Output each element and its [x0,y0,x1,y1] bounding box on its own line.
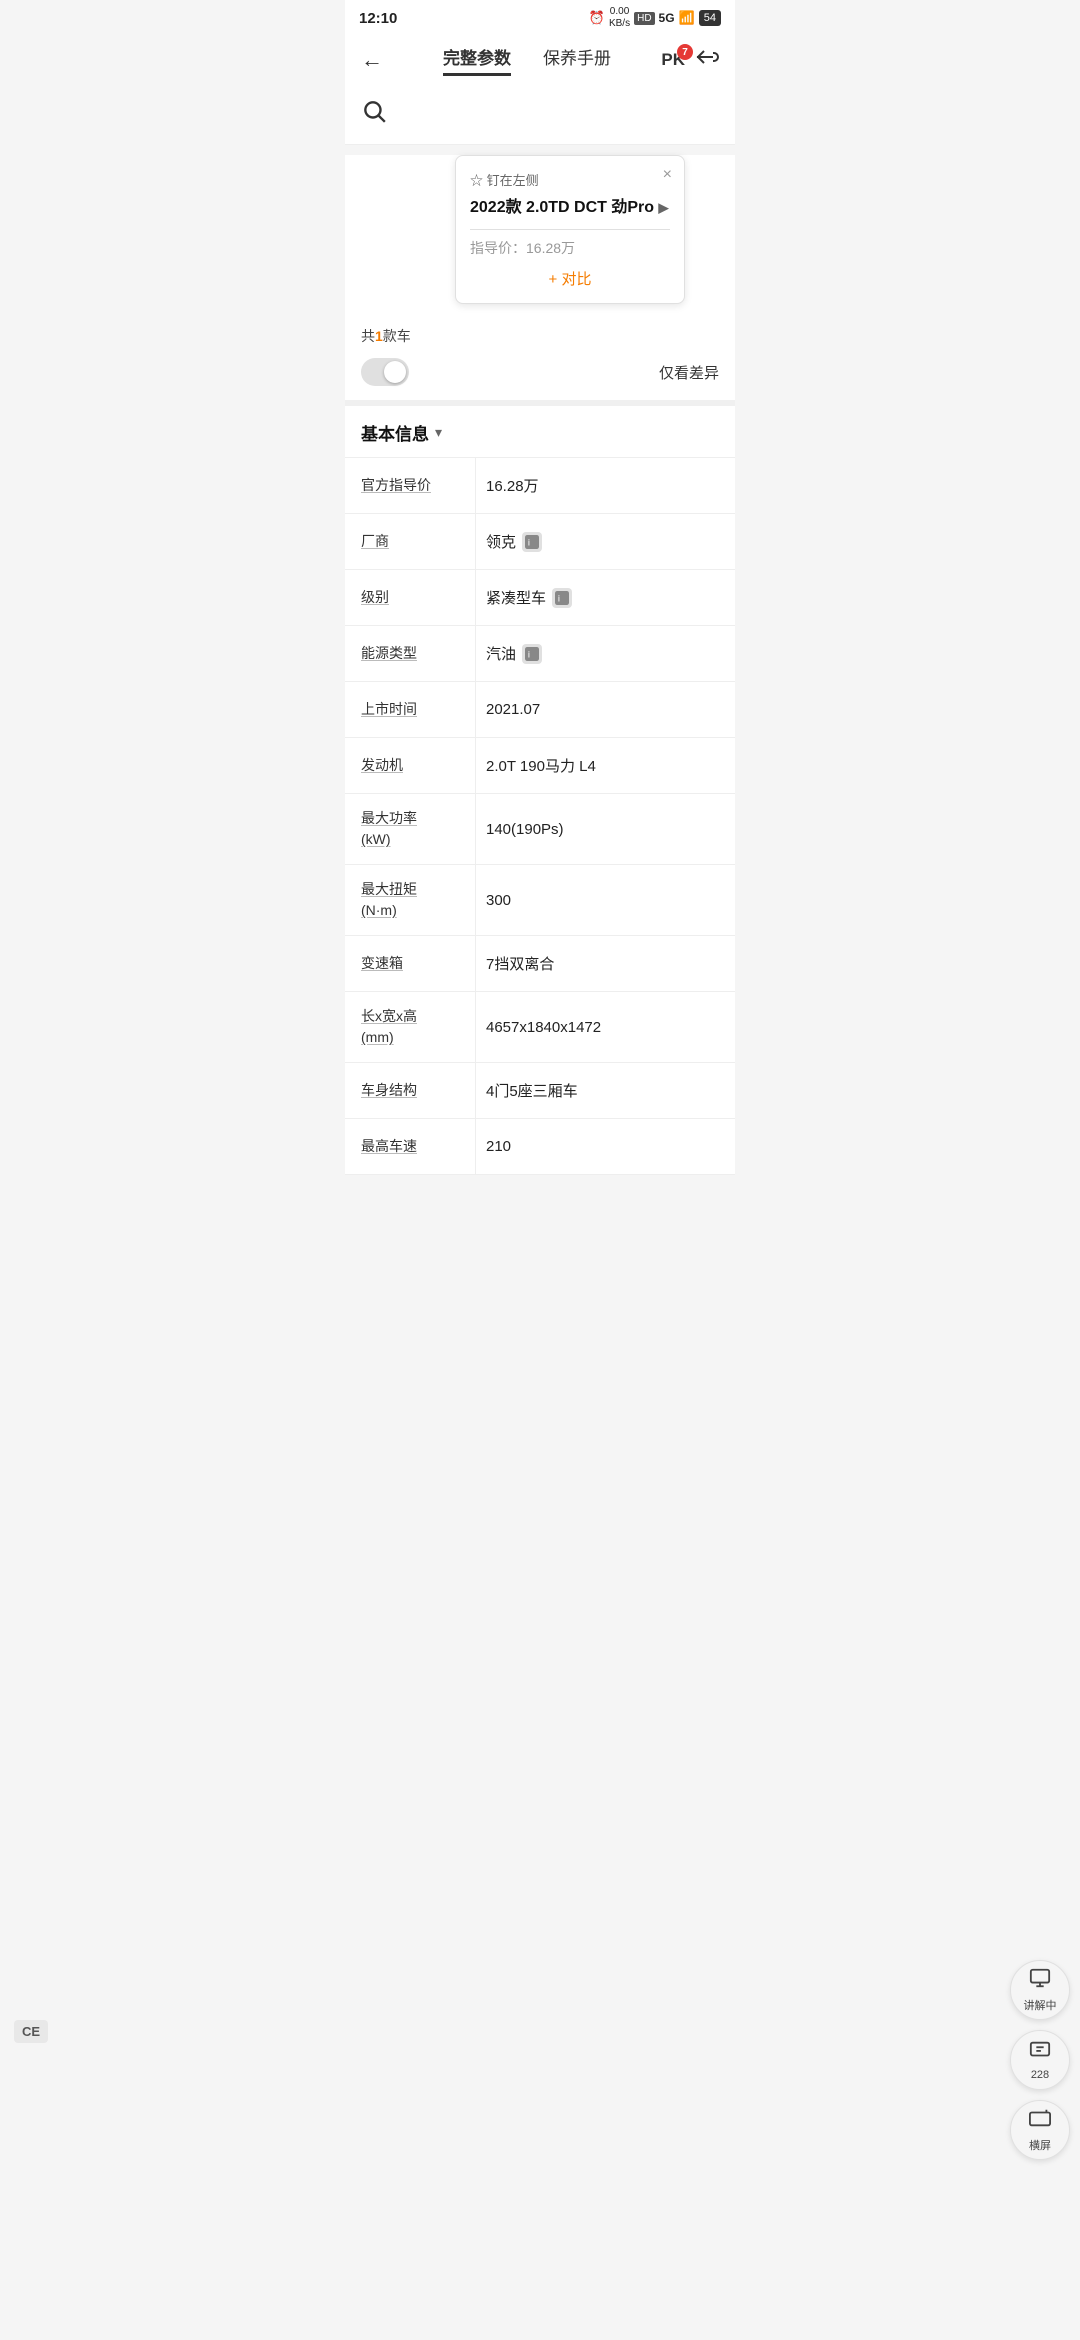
popup-close-button[interactable]: × [663,166,672,184]
param-value-launch-date: 2021.07 [475,682,735,737]
comment-button[interactable]: 228 [1010,2030,1070,2090]
share-button[interactable] [695,45,719,75]
toggle-knob [384,361,406,383]
param-value-manufacturer: 领克 i [475,514,735,569]
net-speed: 0.00KB/s [609,6,630,30]
comparison-section: ☆ 钉在左侧 × 2022款 2.0TD DCT 劲Pro ▶ 指导价：16.2… [345,155,735,400]
param-label-body-type[interactable]: 车身结构 [345,1063,475,1118]
top-nav: ← 完整参数 保养手册 PK 7 [345,34,735,88]
car-name-arrow[interactable]: ▶ [659,200,669,215]
status-time: 12:10 [359,10,397,27]
table-row: 最大功率 (kW) 140(190Ps) [345,794,735,865]
comment-icon [1029,2039,1051,2067]
section-title: 基本信息 [361,420,429,445]
landscape-icon [1029,2107,1051,2135]
battery-indicator: 54 [699,10,721,26]
pk-button[interactable]: PK 7 [661,50,685,70]
popup-divider [470,229,670,230]
table-row: 发动机 2.0T 190马力 L4 [345,738,735,794]
param-value-torque: 300 [475,865,735,935]
popup-car-name: 2022款 2.0TD DCT 劲Pro ▶ [470,197,670,219]
table-row: 最大扭矩 (N·m) 300 [345,865,735,936]
info-icon-class[interactable]: i [552,588,572,608]
tab-full-params[interactable]: 完整参数 [443,44,511,76]
param-label-manufacturer[interactable]: 厂商 [345,514,475,569]
param-label-dimensions[interactable]: 长x宽x高 (mm) [345,992,475,1062]
table-row: 上市时间 2021.07 [345,682,735,738]
pin-label: ☆ 钉在左侧 [470,170,670,189]
alarm-icon: ⏰ [589,10,605,26]
param-value-class: 紧凑型车 i [475,570,735,625]
search-button[interactable] [361,104,387,129]
param-label-class[interactable]: 级别 [345,570,475,625]
param-value-engine: 2.0T 190马力 L4 [475,738,735,793]
param-table: 官方指导价 16.28万 厂商 领克 i 级别 紧凑型车 i 能源类型 汽油 i [345,458,735,1175]
table-row: 最高车速 210 [345,1119,735,1175]
table-row: 车身结构 4门5座三厢车 [345,1063,735,1119]
svg-text:i: i [528,649,530,659]
section-header[interactable]: 基本信息 ▾ [345,400,735,458]
param-label-price[interactable]: 官方指导价 [345,458,475,513]
pk-badge-count: 7 [677,44,693,60]
signal-icon: 📶 [679,10,695,26]
back-button[interactable]: ← [361,47,383,73]
svg-text:i: i [528,537,530,547]
tab-maintenance[interactable]: 保养手册 [543,44,611,76]
table-row: 长x宽x高 (mm) 4657x1840x1472 [345,992,735,1063]
explain-icon [1029,1967,1051,1995]
comment-count: 228 [1031,2069,1049,2081]
table-row: 级别 紧凑型车 i [345,570,735,626]
diff-toggle[interactable] [361,358,409,386]
param-value-body-type: 4门5座三厢车 [475,1063,735,1118]
param-label-engine[interactable]: 发动机 [345,738,475,793]
nav-tabs: 完整参数 保养手册 [395,44,659,76]
landscape-label: 横屏 [1029,2137,1051,2153]
param-label-gearbox[interactable]: 变速箱 [345,936,475,991]
section-expand-icon: ▾ [435,424,442,441]
explain-button[interactable]: 讲解中 [1010,1960,1070,2020]
hd-badge: HD [634,12,654,25]
table-row: 能源类型 汽油 i [345,626,735,682]
network-type: 5G [659,11,675,25]
popup-price: 指导价：16.28万 [470,238,670,258]
param-label-energy[interactable]: 能源类型 [345,626,475,681]
add-compare-button[interactable]: + 对比 [470,268,670,289]
info-icon-manufacturer[interactable]: i [522,532,542,552]
compare-popup: ☆ 钉在左侧 × 2022款 2.0TD DCT 劲Pro ▶ 指导价：16.2… [455,155,685,304]
param-label-launch-date[interactable]: 上市时间 [345,682,475,737]
param-value-max-speed: 210 [475,1119,735,1174]
diff-toggle-row: 仅看差异 [345,354,735,400]
search-area [345,88,735,145]
status-icons: ⏰ 0.00KB/s HD 5G 📶 54 [589,6,721,30]
param-value-energy: 汽油 i [475,626,735,681]
param-label-max-speed[interactable]: 最高车速 [345,1119,475,1174]
diff-label: 仅看差异 [659,362,719,383]
table-row: 官方指导价 16.28万 [345,458,735,514]
param-label-torque[interactable]: 最大扭矩 (N·m) [345,865,475,935]
table-row: 变速箱 7挡双离合 [345,936,735,992]
status-bar: 12:10 ⏰ 0.00KB/s HD 5G 📶 54 [345,0,735,34]
count-text: 共1款车 [361,326,411,346]
landscape-button[interactable]: 横屏 [1010,2100,1070,2160]
ce-badge-container: CE [14,2023,48,2040]
param-value-price: 16.28万 [475,458,735,513]
param-value-max-power: 140(190Ps) [475,794,735,864]
table-row: 厂商 领克 i [345,514,735,570]
param-label-max-power[interactable]: 最大功率 (kW) [345,794,475,864]
explain-label: 讲解中 [1024,1997,1057,2013]
count-row: 共1款车 [345,314,735,354]
param-value-dimensions: 4657x1840x1472 [475,992,735,1062]
svg-text:i: i [558,593,560,603]
info-icon-energy[interactable]: i [522,644,542,664]
float-buttons: 讲解中 228 横屏 [1010,1960,1070,2160]
param-value-gearbox: 7挡双离合 [475,936,735,991]
ce-badge: CE [14,2020,48,2043]
nav-right-buttons: PK 7 [661,45,719,75]
